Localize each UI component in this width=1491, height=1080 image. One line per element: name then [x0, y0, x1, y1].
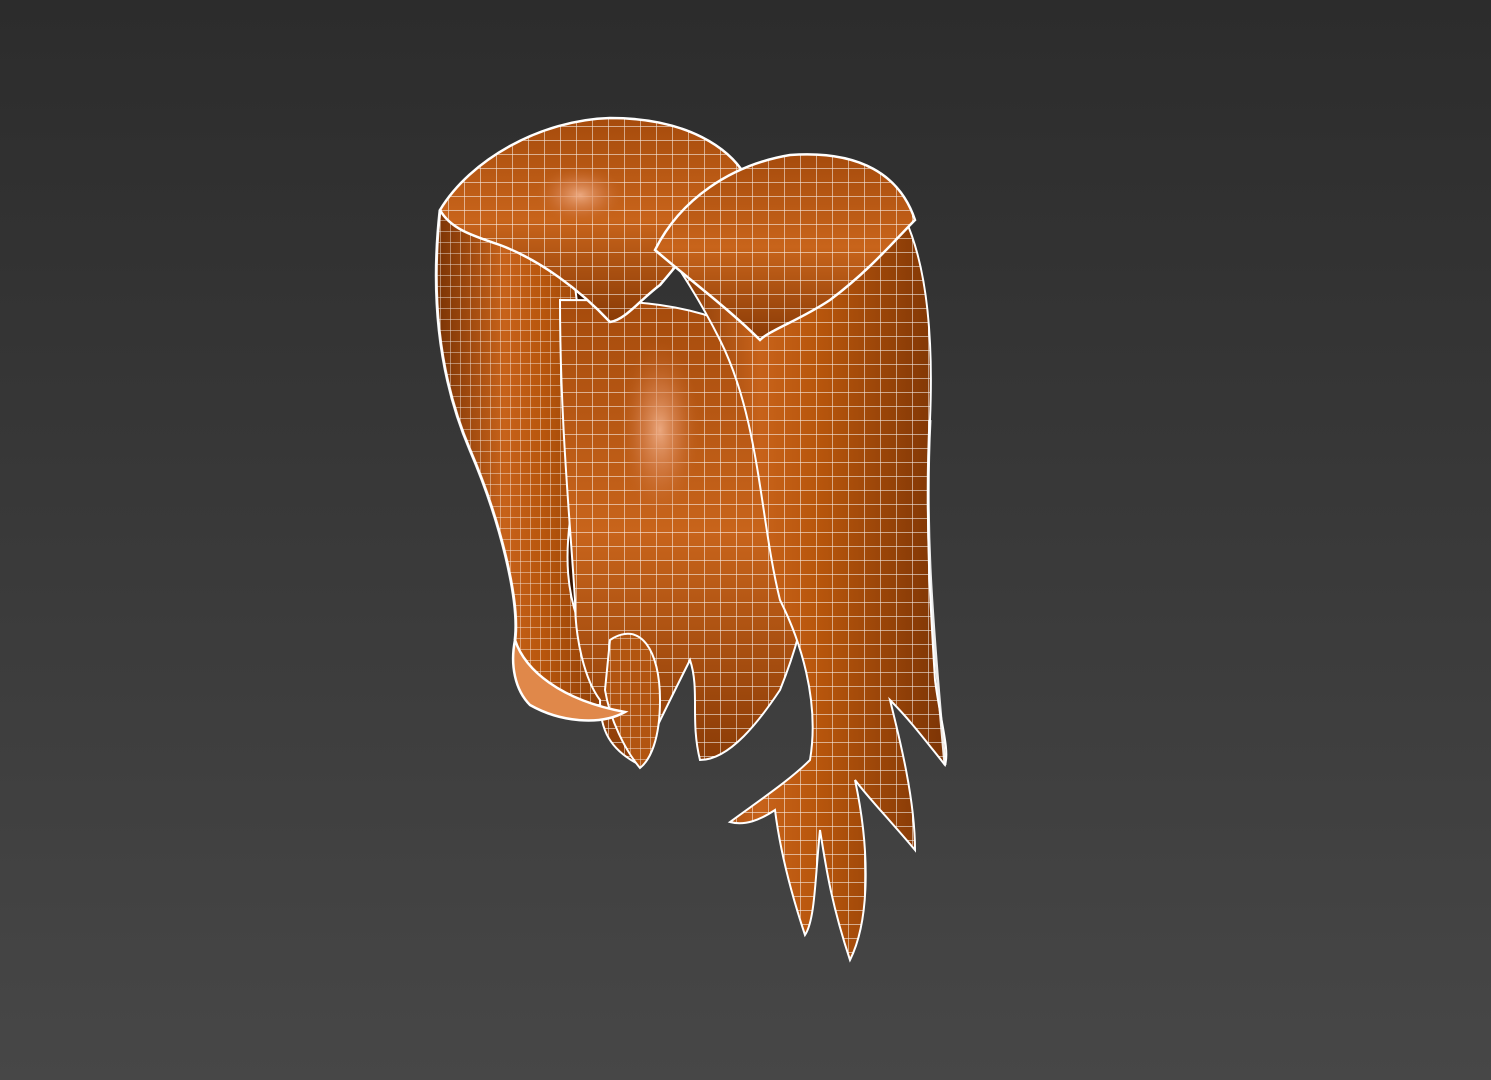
viewport [0, 0, 1491, 1080]
hair-model-render [434, 116, 948, 963]
